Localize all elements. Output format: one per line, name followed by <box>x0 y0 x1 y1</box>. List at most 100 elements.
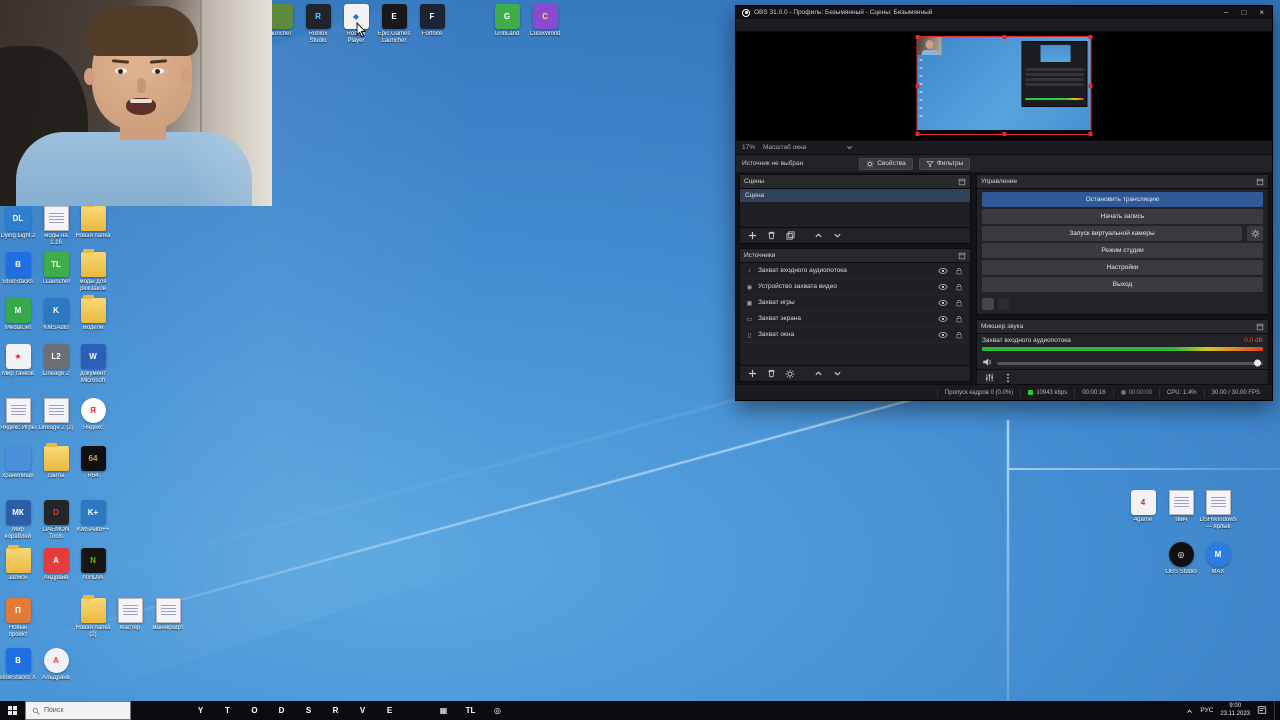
desktop-icon[interactable]: B BlueStacks <box>0 252 36 286</box>
dock-icon[interactable] <box>1256 323 1264 331</box>
add-icon[interactable] <box>746 368 758 380</box>
control-button[interactable]: Остановить трансляцию <box>982 192 1263 207</box>
desktop-icon[interactable]: DSHWindows — ярлык <box>1200 490 1236 531</box>
desktop-icon[interactable]: K+ KMSAuto++ <box>75 500 111 534</box>
control-button[interactable]: Запуск виртуальной камеры <box>982 226 1242 241</box>
desktop-icon[interactable]: хранилище <box>0 446 36 480</box>
desktop-icon[interactable]: сайты <box>38 446 74 480</box>
desktop-icon[interactable]: Я Яндекс <box>75 398 111 432</box>
source-item[interactable]: ♪ Захват входного аудиопотока <box>740 263 970 279</box>
desktop-icon[interactable]: 4 4game <box>1125 490 1161 524</box>
taskbar-app-icon[interactable]: ▦ <box>435 702 452 719</box>
desktop-icon[interactable]: 64 R64 <box>75 446 111 480</box>
move-down-icon[interactable] <box>831 230 843 242</box>
properties-button[interactable]: Свойства <box>859 158 913 170</box>
obs-titlebar[interactable]: OBS 31.0.0 - Профиль: Безымянный - Сцены… <box>736 6 1272 19</box>
lock-icon[interactable] <box>953 329 965 341</box>
taskbar-app-icon[interactable] <box>408 702 425 719</box>
control-button[interactable]: Выход <box>982 277 1263 292</box>
volume-slider[interactable] <box>997 362 1263 365</box>
control-button[interactable]: Настройки <box>982 260 1263 275</box>
kebab-menu-icon[interactable] <box>1002 372 1014 384</box>
desktop-icon[interactable]: твич <box>1163 490 1199 524</box>
maximize-button[interactable]: □ <box>1241 8 1246 17</box>
desktop-icon[interactable]: П Новый проект <box>0 598 36 639</box>
control-button[interactable]: Режим студии <box>982 243 1263 258</box>
search-input[interactable]: Поиск <box>25 701 131 720</box>
desktop-icon[interactable]: L2 Lineage 2 <box>38 344 74 378</box>
desktop-icon[interactable]: МК Мир кораблей <box>0 500 36 541</box>
source-item[interactable]: ▭ Захват экрана <box>740 311 970 327</box>
dock-tab[interactable] <box>982 298 994 310</box>
source-item[interactable]: ▣ Захват игры <box>740 295 970 311</box>
duplicate-icon[interactable] <box>784 230 796 242</box>
desktop-icon[interactable]: Новая папка (2) <box>75 598 111 639</box>
visibility-eye-icon[interactable] <box>937 265 949 277</box>
start-button[interactable] <box>0 701 24 720</box>
chevron-down-icon[interactable] <box>846 144 853 151</box>
desktop-icon[interactable]: записи <box>0 548 36 582</box>
desktop-icon[interactable]: ★ Мир танков <box>0 344 36 378</box>
notification-center-icon[interactable] <box>1257 702 1267 720</box>
desktop-icon[interactable]: M MAX <box>1200 542 1236 576</box>
desktop-icon[interactable]: E Epic Games Launcher <box>376 4 412 45</box>
speaker-icon[interactable] <box>982 357 992 369</box>
desktop-icon[interactable]: F Fortnite <box>414 4 450 38</box>
lock-icon[interactable] <box>953 265 965 277</box>
desktop-icon[interactable]: R Roblox Studio <box>300 4 336 45</box>
visibility-eye-icon[interactable] <box>937 313 949 325</box>
taskbar-app-icon[interactable]: ◎ <box>489 702 506 719</box>
desktop-icon[interactable]: моды для рюкзаков <box>75 252 111 293</box>
gear-icon[interactable] <box>784 368 796 380</box>
selection-handle[interactable] <box>1089 35 1093 39</box>
desktop-icon[interactable]: майнкрафт <box>150 598 186 632</box>
desktop-icon[interactable]: Яндекс Игры <box>0 398 36 432</box>
close-button[interactable]: × <box>1259 8 1264 17</box>
control-button[interactable]: Начать запись <box>982 209 1263 224</box>
lock-icon[interactable] <box>953 297 965 309</box>
taskbar-app-icon[interactable]: T <box>219 702 236 719</box>
selection-handle[interactable] <box>1089 132 1093 136</box>
show-desktop-button[interactable] <box>1274 701 1277 720</box>
taskbar-app-icon[interactable]: V <box>354 702 371 719</box>
dock-tab[interactable] <box>997 298 1009 310</box>
clock[interactable]: 9:00 23.11.2023 <box>1220 703 1250 717</box>
dock-icon[interactable] <box>1256 178 1264 186</box>
zoom-label[interactable]: Масштаб окна <box>763 144 806 151</box>
taskbar-app-icon[interactable]: E <box>381 702 398 719</box>
taskbar-app-icon[interactable] <box>138 702 155 719</box>
tray-chevron-up-icon[interactable] <box>1186 702 1193 720</box>
filters-button[interactable]: Фильтры <box>919 158 971 170</box>
desktop-icon[interactable]: D DAEMON Tools <box>38 500 74 541</box>
dock-icon[interactable] <box>958 252 966 260</box>
preview-scene[interactable] <box>917 36 1092 135</box>
lock-icon[interactable] <box>953 281 965 293</box>
dock-icon[interactable] <box>958 178 966 186</box>
visibility-eye-icon[interactable] <box>937 297 949 309</box>
selection-handle[interactable] <box>1002 132 1006 136</box>
virtual-camera-settings-button[interactable] <box>1247 226 1263 241</box>
desktop-icon[interactable]: G GribLand <box>489 4 525 38</box>
desktop-icon[interactable]: Мастер <box>112 598 148 632</box>
desktop-icon[interactable]: ◎ OBS Studio <box>1163 542 1199 576</box>
desktop-icon[interactable]: Новая папка <box>75 206 111 240</box>
taskbar-app-icon[interactable]: Y <box>192 702 209 719</box>
desktop-icon[interactable]: K KMSAuto <box>38 298 74 332</box>
move-up-icon[interactable] <box>812 230 824 242</box>
scene-item[interactable]: Сцена <box>740 189 970 202</box>
desktop-icon[interactable]: моды на 1.16 <box>38 206 74 247</box>
desktop-icon[interactable]: А АнДрайв <box>38 548 74 582</box>
move-down-icon[interactable] <box>831 368 843 380</box>
lock-icon[interactable] <box>953 313 965 325</box>
language-indicator[interactable]: РУС <box>1200 707 1213 714</box>
remove-icon[interactable] <box>765 368 777 380</box>
taskbar-app-icon[interactable]: R <box>327 702 344 719</box>
move-up-icon[interactable] <box>812 368 824 380</box>
taskbar-app-icon[interactable]: TL <box>462 702 479 719</box>
source-item[interactable]: ◉ Устройство захвата видео <box>740 279 970 295</box>
selection-handle[interactable] <box>916 84 920 88</box>
desktop-icon[interactable]: N NVIDIA <box>75 548 111 582</box>
desktop-icon[interactable]: M MediaGet <box>0 298 36 332</box>
minimize-button[interactable]: − <box>1224 8 1229 17</box>
visibility-eye-icon[interactable] <box>937 281 949 293</box>
